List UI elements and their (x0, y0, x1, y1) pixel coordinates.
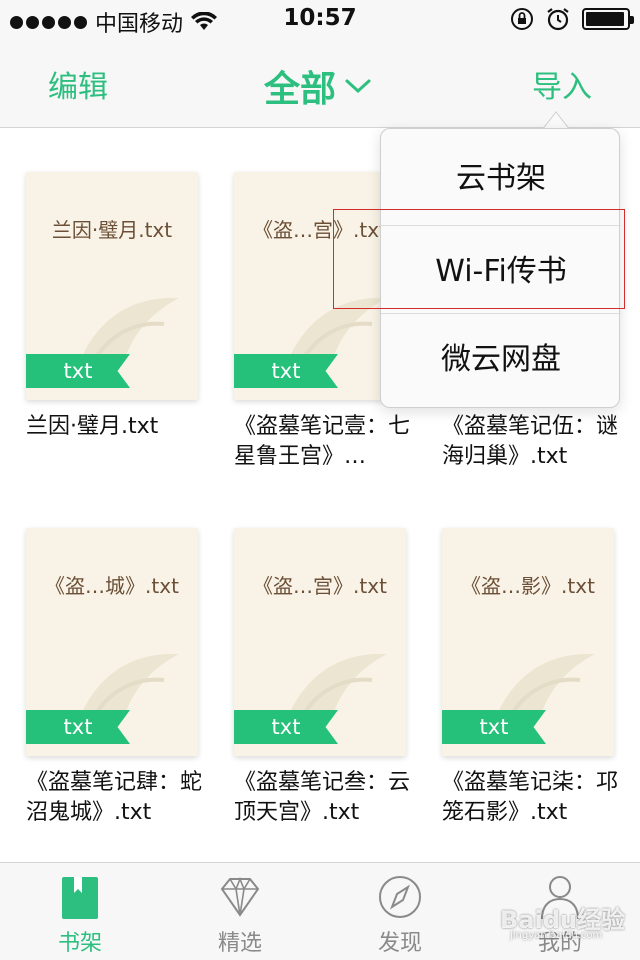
book-cover-title: 《盗…城》.txt (45, 574, 179, 598)
edit-button[interactable]: 编辑 (48, 62, 108, 106)
battery-icon (582, 8, 634, 30)
import-button[interactable]: 导入 (532, 62, 592, 106)
file-type-badge: txt (234, 354, 338, 388)
category-dropdown[interactable]: 全部 (264, 60, 372, 112)
book-title[interactable]: 《盗墓笔记肆：蛇沼鬼城》.txt (26, 768, 216, 828)
book-cover-title: 《盗…影》.txt (461, 574, 595, 598)
book-title[interactable]: 《盗墓笔记伍：谜海归巢》.txt (442, 412, 632, 472)
tab-discover[interactable]: 发现 (320, 863, 480, 960)
book-cover[interactable]: 《盗…宫》.txt txt (234, 528, 406, 756)
tab-label: 书架 (57, 931, 102, 956)
file-type-badge: txt (26, 354, 130, 388)
book-title[interactable]: 《盗墓笔记壹：七星鲁王宫》… (234, 412, 424, 472)
book-cover[interactable]: 《盗…影》.txt txt (442, 528, 614, 756)
book-cover[interactable]: 兰因·璧月.txt txt (26, 172, 198, 400)
tab-featured[interactable]: 精选 (160, 863, 320, 960)
status-right (510, 7, 634, 31)
book-title[interactable]: 《盗墓笔记柒：邛笼石影》.txt (442, 768, 632, 828)
book-cover[interactable]: 《盗…城》.txt txt (26, 528, 198, 756)
book-title[interactable]: 兰因·璧月.txt (26, 412, 216, 442)
book-cover-title: 兰因·璧月.txt (51, 218, 173, 242)
highlight-annotation (333, 209, 625, 309)
bookshelf-icon (62, 877, 98, 919)
file-type-badge: txt (442, 710, 546, 744)
book-cover-title: 《盗…宫》.txt (253, 574, 387, 598)
rotation-lock-icon (511, 8, 533, 30)
screen: 中国移动 10:57 编辑 全部 导入 兰因·璧月.txt txt 兰因·璧月.… (0, 0, 640, 960)
baidu-watermark-url: jingyan.baidu.com (510, 930, 603, 941)
book-title[interactable]: 《盗墓笔记叁：云顶天宫》.txt (234, 768, 424, 828)
compass-icon (379, 876, 421, 918)
category-title: 全部 (264, 69, 337, 110)
tab-bookshelf[interactable]: 书架 (0, 863, 160, 960)
file-type-badge: txt (26, 710, 130, 744)
tab-label: 精选 (217, 931, 262, 956)
popover-arrow (542, 111, 570, 130)
alarm-icon (547, 8, 569, 31)
diamond-icon (220, 876, 260, 917)
status-bar: 中国移动 10:57 (0, 0, 640, 40)
tab-label: 发现 (377, 931, 422, 956)
chevron-down-icon (345, 79, 371, 94)
file-type-badge: txt (234, 710, 338, 744)
menu-item-weiyun-disk[interactable]: 微云网盘 (381, 313, 621, 405)
